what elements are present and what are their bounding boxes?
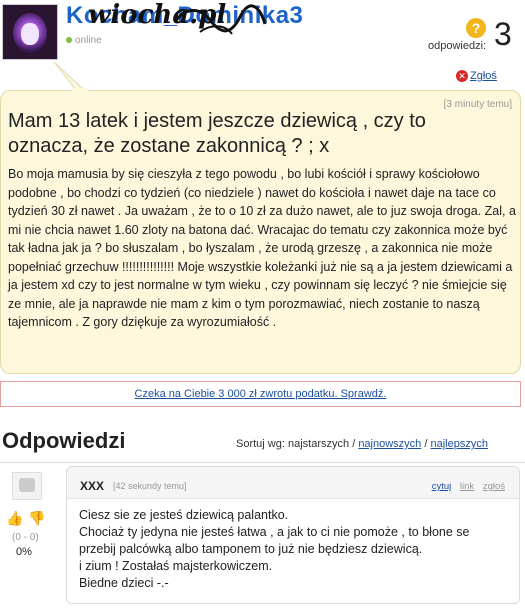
answer-header: XXX [42 sekundy temu] cytuj link zgłoś — [67, 467, 519, 499]
status-text: online — [75, 35, 102, 46]
question-box: [3 minuty temu] Mam 13 latek i jestem je… — [0, 90, 521, 374]
answers-heading: Odpowiedzi — [2, 428, 126, 453]
question-body: Bo moja mamusia by się cieszyła z tego p… — [8, 167, 516, 329]
ad-link[interactable]: Czeka na Ciebie 3 000 zł zwrotu podatku.… — [135, 388, 387, 400]
thumb-up-icon[interactable]: 👍 — [6, 510, 23, 527]
sort-controls: Sortuj wg: najstarszych / najnowszych / … — [236, 438, 488, 450]
answer-line: Chociaż ty jedyna nie jesteś łatwa , a j… — [79, 525, 470, 556]
online-dot-icon — [66, 37, 72, 44]
answer-line: Ciesz sie ze jesteś dziewicą palantko. — [79, 508, 289, 522]
vote-percent: 0% — [16, 546, 32, 558]
speech-bubble-tail — [54, 62, 88, 92]
answer-body: Ciesz sie ze jesteś dziewicą palantko. C… — [79, 507, 509, 592]
answer-box: XXX [42 sekundy temu] cytuj link zgłoś C… — [66, 466, 520, 604]
thumb-down-icon[interactable]: 👎 — [28, 510, 45, 527]
sort-separator: / — [424, 438, 428, 450]
scribble-overlay — [173, 4, 267, 35]
quote-link[interactable]: cytuj — [432, 481, 452, 492]
sort-best-link[interactable]: najlepszych — [430, 438, 487, 450]
answer-username[interactable]: XXX — [80, 479, 104, 493]
answer-avatar[interactable] — [12, 472, 42, 500]
sort-label: Sortuj wg: — [236, 438, 285, 450]
answer-time: [42 sekundy temu] — [113, 481, 187, 491]
answer-line: Biedne dzieci -.- — [79, 576, 169, 590]
answers-count-label: odpowiedzi: — [428, 40, 487, 52]
avatar-face — [21, 23, 39, 45]
vote-count: (0 - 0) — [12, 532, 39, 543]
sort-separator: / — [352, 438, 356, 450]
permalink-link[interactable]: link — [460, 481, 474, 492]
ad-banner[interactable]: Czeka na Ciebie 3 000 zł zwrotu podatku.… — [0, 381, 521, 407]
question-mark-icon: ? — [466, 18, 486, 38]
report-answer-link[interactable]: zgłoś — [483, 481, 505, 492]
online-status: online — [66, 35, 102, 46]
answers-count: 3 — [494, 16, 512, 52]
sort-newest-link[interactable]: najnowszych — [358, 438, 421, 450]
report-link[interactable]: Zgłoś — [470, 70, 497, 82]
answer-line: i zium ! Zostałaś majsterkowiczem. — [79, 559, 273, 573]
section-divider — [0, 462, 525, 463]
user-avatar[interactable] — [2, 4, 58, 60]
report-x-icon[interactable]: ✕ — [456, 70, 468, 82]
answer-actions: cytuj link zgłoś — [426, 481, 505, 492]
question-title: Mam 13 latek i jestem jeszcze dziewicą ,… — [8, 110, 426, 157]
default-avatar-icon — [19, 478, 35, 492]
sort-oldest[interactable]: najstarszych — [288, 438, 349, 450]
